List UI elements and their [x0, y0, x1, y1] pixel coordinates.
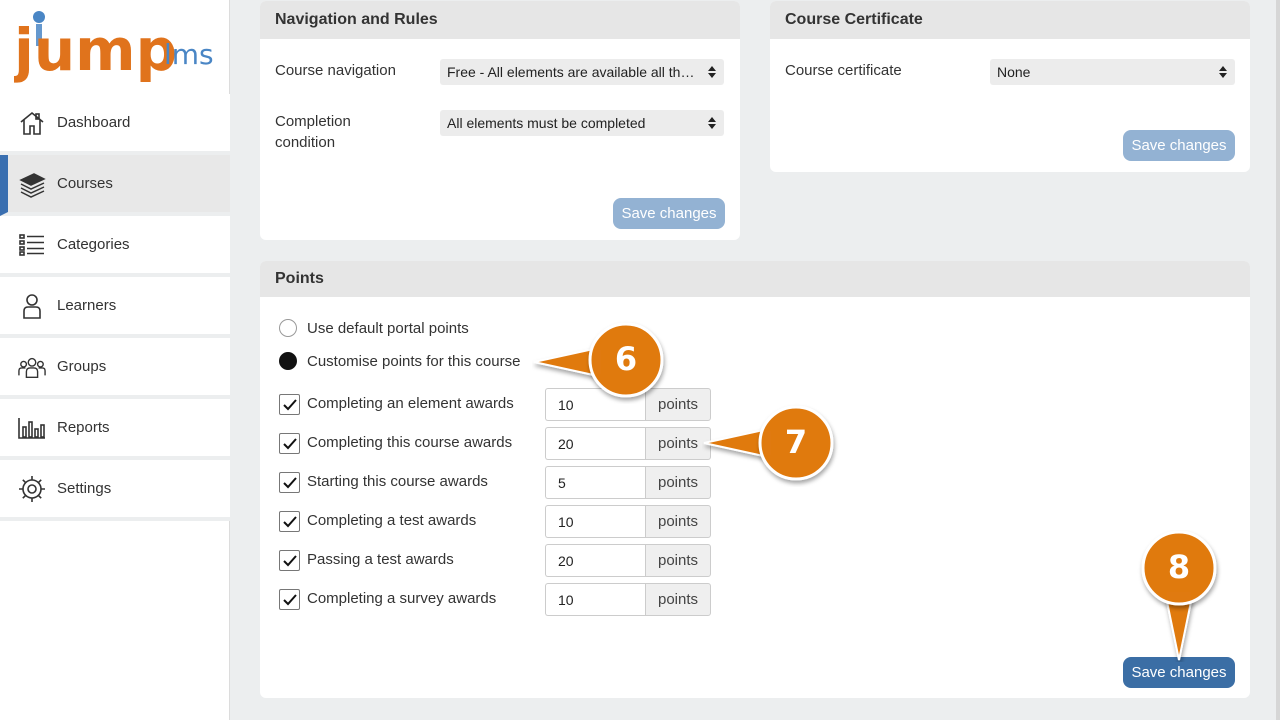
- radio-default-points[interactable]: Use default portal points: [279, 319, 469, 337]
- points-unit: points: [645, 583, 711, 616]
- logo-sub-text: lms: [164, 38, 214, 71]
- navigation-rules-panel: Navigation and Rules Course navigation F…: [260, 1, 740, 240]
- points-input[interactable]: 10: [545, 505, 645, 538]
- select-arrows-icon: [708, 66, 716, 78]
- points-unit: points: [645, 544, 711, 577]
- sidebar-item-label: Reports: [57, 419, 110, 436]
- check-icon: [282, 476, 297, 488]
- group-icon: [18, 353, 46, 381]
- gear-icon: [18, 475, 46, 503]
- checkbox-checked[interactable]: [279, 472, 300, 493]
- callout-number: 6: [614, 340, 638, 378]
- checkbox-checked[interactable]: [279, 511, 300, 532]
- points-row-label: Completing an element awards: [307, 395, 514, 412]
- select-arrows-icon: [708, 117, 716, 129]
- callout-number: 8: [1167, 548, 1191, 586]
- sidebar-nav: Dashboard Courses Categories Learners Gr…: [0, 94, 230, 521]
- radio-custom-points[interactable]: Customise points for this course: [279, 352, 520, 370]
- check-icon: [282, 437, 297, 449]
- points-row-pass-test: Passing a test awards 20 points: [279, 544, 719, 577]
- points-input[interactable]: 20: [545, 544, 645, 577]
- points-unit: points: [645, 505, 711, 538]
- sidebar-item-groups[interactable]: Groups: [0, 338, 230, 399]
- sidebar-item-dashboard[interactable]: Dashboard: [0, 94, 230, 155]
- course-certificate-select[interactable]: None: [990, 59, 1235, 85]
- radio-checked[interactable]: [279, 352, 297, 370]
- completion-condition-label: Completion condition: [275, 113, 351, 151]
- save-certificate-button[interactable]: Save changes: [1123, 130, 1235, 161]
- course-navigation-label: Course navigation: [275, 62, 396, 79]
- navigation-rules-title: Navigation and Rules: [260, 1, 740, 39]
- course-certificate-value: None: [997, 64, 1031, 80]
- callout-step-6: 6: [532, 320, 672, 404]
- callout-step-8: 8: [1136, 530, 1222, 662]
- sidebar-item-label: Categories: [57, 236, 130, 253]
- points-input[interactable]: 10: [545, 583, 645, 616]
- points-row-label: Completing a test awards: [307, 512, 477, 529]
- points-input[interactable]: 5: [545, 466, 645, 499]
- scrollbar-track[interactable]: [1276, 0, 1280, 720]
- course-navigation-value: Free - All elements are available all th…: [447, 64, 719, 80]
- sidebar-item-categories[interactable]: Categories: [0, 216, 230, 277]
- radio-custom-label: Customise points for this course: [307, 352, 521, 370]
- jumplms-logo[interactable]: jump lms: [12, 8, 224, 90]
- points-row-test: Completing a test awards 10 points: [279, 505, 719, 538]
- home-icon: [18, 109, 46, 137]
- select-arrows-icon: [1219, 66, 1227, 78]
- points-row-course: Completing this course awards 20 points: [279, 427, 719, 460]
- points-row-label: Completing this course awards: [307, 434, 513, 451]
- course-navigation-select[interactable]: Free - All elements are available all th…: [440, 59, 724, 85]
- completion-condition-select[interactable]: All elements must be completed: [440, 110, 724, 136]
- callout-number: 7: [784, 423, 808, 461]
- sidebar-item-label: Groups: [57, 358, 107, 375]
- sidebar-item-label: Courses: [57, 175, 113, 192]
- points-row-label: Passing a test awards: [307, 551, 454, 568]
- points-row-label: Starting this course awards: [307, 473, 488, 490]
- course-certificate-label: Course certificate: [785, 62, 902, 79]
- sidebar-item-settings[interactable]: Settings: [0, 460, 230, 521]
- check-icon: [282, 515, 297, 527]
- bar-chart-icon: [18, 414, 46, 442]
- sidebar-item-reports[interactable]: Reports: [0, 399, 230, 460]
- books-icon: [18, 170, 46, 198]
- certificate-panel: Course Certificate Course certificate No…: [770, 1, 1250, 172]
- points-title: Points: [260, 261, 1250, 297]
- checkbox-checked[interactable]: [279, 589, 300, 610]
- sidebar-item-label: Dashboard: [57, 114, 131, 131]
- points-row-start: Starting this course awards 5 points: [279, 466, 719, 499]
- certificate-title: Course Certificate: [770, 1, 1250, 39]
- sidebar-item-courses[interactable]: Courses: [0, 155, 230, 216]
- points-row-survey: Completing a survey awards 10 points: [279, 583, 719, 616]
- check-icon: [282, 398, 297, 410]
- callout-step-7: 7: [702, 403, 842, 487]
- radio-default-label: Use default portal points: [307, 319, 469, 337]
- checkbox-checked[interactable]: [279, 550, 300, 571]
- save-navigation-button[interactable]: Save changes: [613, 198, 725, 229]
- sidebar: jump lms Dashboard Courses Categories Le…: [0, 0, 230, 720]
- sidebar-item-learners[interactable]: Learners: [0, 277, 230, 338]
- logo-main-text: jump: [14, 16, 177, 84]
- list-icon: [18, 231, 46, 259]
- sidebar-item-label: Settings: [57, 480, 112, 497]
- check-icon: [282, 554, 297, 566]
- checkbox-checked[interactable]: [279, 394, 300, 415]
- points-row-label: Completing a survey awards: [307, 590, 497, 607]
- radio-unchecked[interactable]: [279, 319, 297, 337]
- sidebar-item-label: Learners: [57, 297, 117, 314]
- completion-condition-value: All elements must be completed: [447, 115, 646, 131]
- check-icon: [282, 593, 297, 605]
- checkbox-checked[interactable]: [279, 433, 300, 454]
- points-input[interactable]: 20: [545, 427, 645, 460]
- person-icon: [18, 292, 46, 320]
